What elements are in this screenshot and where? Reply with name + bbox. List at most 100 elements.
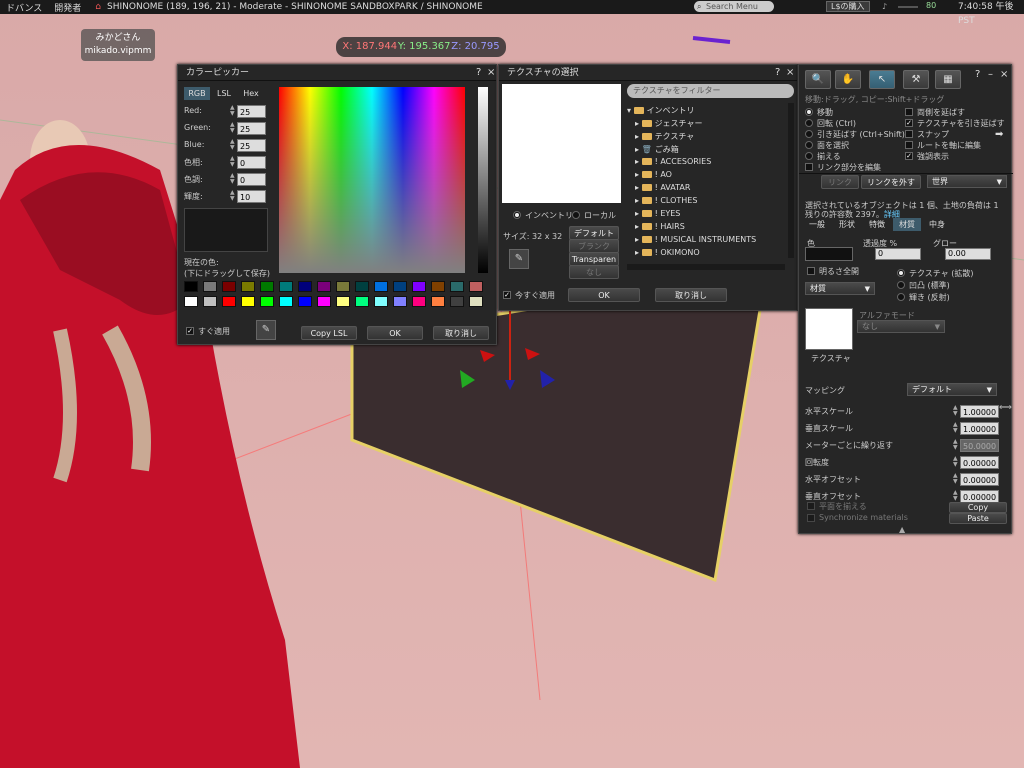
- color-swatch[interactable]: [412, 281, 426, 292]
- color-swatch[interactable]: [450, 296, 464, 307]
- close-icon[interactable]: ×: [487, 67, 495, 78]
- color-swatch[interactable]: [393, 281, 407, 292]
- fullbright-checkbox[interactable]: [807, 267, 815, 275]
- eyedropper-button[interactable]: ✎: [256, 320, 276, 340]
- sync-materials-checkbox[interactable]: [807, 514, 815, 522]
- help-icon[interactable]: ?: [775, 67, 780, 78]
- color-swatch[interactable]: [184, 281, 198, 292]
- field-spinner[interactable]: ▲ ▼ 25: [230, 105, 266, 118]
- color-swatch[interactable]: [298, 296, 312, 307]
- option-checkbox[interactable]: [905, 141, 913, 149]
- color-swatch[interactable]: [203, 281, 217, 292]
- color-swatch[interactable]: [203, 296, 217, 307]
- location-text[interactable]: SHINONOME (189, 196, 21) - Moderate - SH…: [107, 2, 483, 12]
- build-tab[interactable]: 材質: [893, 218, 921, 231]
- texture-param-value[interactable]: 1.00000: [960, 422, 999, 435]
- texture-param-value[interactable]: 0.00000: [960, 456, 999, 469]
- texture-param-spinner[interactable]: ▲ ▼ 1.00000: [953, 405, 999, 418]
- texture-param-spinner[interactable]: ▲ ▼ 1.00000: [953, 422, 999, 435]
- color-swatch[interactable]: [279, 281, 293, 292]
- edit-tool-icon[interactable]: ↖: [869, 70, 895, 89]
- color-swatch[interactable]: [412, 296, 426, 307]
- link-button[interactable]: リンク: [821, 175, 859, 189]
- field-spinner[interactable]: ▲ ▼ 25: [230, 139, 266, 152]
- texture-filter-input[interactable]: テクスチャをフィルター: [627, 84, 794, 98]
- color-swatch[interactable]: [184, 296, 198, 307]
- color-swatch[interactable]: [317, 281, 331, 292]
- field-value[interactable]: 0: [237, 173, 266, 186]
- material-dropdown[interactable]: 材質 ▼: [805, 282, 875, 295]
- paste-button[interactable]: Paste: [949, 513, 1007, 524]
- close-icon[interactable]: ×: [786, 67, 794, 78]
- field-spinner[interactable]: ▲ ▼ 10: [230, 190, 266, 203]
- color-swatch[interactable]: [469, 296, 483, 307]
- luminance-slider[interactable]: [478, 87, 488, 273]
- color-swatch[interactable]: [431, 296, 445, 307]
- land-tool-icon[interactable]: ▦: [935, 70, 961, 89]
- field-spinner[interactable]: ▲ ▼ 0: [230, 156, 266, 169]
- spinner-arrows-icon[interactable]: ▲ ▼: [230, 190, 237, 203]
- alpha-mode-dropdown[interactable]: なし ▼: [857, 320, 945, 333]
- tree-item[interactable]: ▸ ! AVATAR: [635, 183, 690, 192]
- color-swatch[interactable]: [469, 281, 483, 292]
- help-icon[interactable]: ?: [975, 69, 980, 80]
- collapse-icon[interactable]: ▲: [899, 525, 905, 534]
- color-swatch[interactable]: [298, 281, 312, 292]
- color-swatch[interactable]: [374, 281, 388, 292]
- color-swatch[interactable]: [393, 296, 407, 307]
- blank-button[interactable]: ブランク: [569, 239, 619, 253]
- texture-type-radio[interactable]: [897, 281, 905, 289]
- apply-now-checkbox[interactable]: ✓: [186, 327, 194, 335]
- spinner-arrows-icon[interactable]: ▲ ▼: [230, 139, 237, 152]
- texture-type-radio[interactable]: [897, 269, 905, 277]
- help-icon[interactable]: ?: [476, 67, 481, 78]
- spinner-arrows-icon[interactable]: ▲ ▼: [230, 156, 237, 169]
- color-swatch[interactable]: [374, 296, 388, 307]
- tree-item[interactable]: ▸ テクスチャ: [635, 131, 694, 142]
- move-tool-icon[interactable]: ✋: [835, 70, 861, 89]
- color-swatch[interactable]: [336, 281, 350, 292]
- color-swatch[interactable]: [241, 296, 255, 307]
- spinner-arrows-icon[interactable]: ▲ ▼: [953, 422, 960, 435]
- default-button[interactable]: デフォルト: [569, 226, 619, 240]
- build-tab[interactable]: 特徴: [863, 218, 891, 231]
- color-swatch[interactable]: [241, 281, 255, 292]
- buy-linden-button[interactable]: L$の購入: [826, 1, 870, 12]
- color-swatch[interactable]: [805, 247, 853, 261]
- edit-mode-radio[interactable]: [805, 130, 813, 138]
- texture-param-spinner[interactable]: ▲ ▼ 0.00000: [953, 473, 999, 486]
- texture-param-value[interactable]: 1.00000: [960, 405, 999, 418]
- color-swatch[interactable]: [336, 296, 350, 307]
- spinner-arrows-icon[interactable]: ▲ ▼: [953, 439, 960, 452]
- texture-type-radio[interactable]: [897, 293, 905, 301]
- field-value[interactable]: 10: [237, 190, 266, 203]
- spinner-arrows-icon[interactable]: ▲ ▼: [953, 405, 960, 418]
- tree-item[interactable]: ▸ ! AO: [635, 170, 672, 179]
- search-menu-input[interactable]: ⌕ Search Menu: [694, 1, 774, 12]
- ruler-mode-dropdown[interactable]: 世界 ▼: [927, 175, 1007, 188]
- color-swatch[interactable]: [279, 296, 293, 307]
- option-checkbox[interactable]: ✓: [905, 119, 913, 127]
- unlink-button[interactable]: リンクを外す: [861, 175, 921, 189]
- edit-mode-radio[interactable]: [805, 141, 813, 149]
- lock-ratio-icon[interactable]: ⟺: [999, 403, 1012, 413]
- tree-item[interactable]: ▸ 🗑 ごみ箱: [635, 144, 679, 155]
- option-checkbox[interactable]: [905, 108, 913, 116]
- tree-item[interactable]: ▸ ! OKIMONO: [635, 248, 700, 257]
- tree-item[interactable]: ▸ ! EYES: [635, 209, 680, 218]
- create-tool-icon[interactable]: ⚒: [903, 70, 929, 89]
- transparent-button[interactable]: Transparen: [569, 252, 619, 266]
- edit-mode-radio[interactable]: [805, 108, 813, 116]
- spinner-arrows-icon[interactable]: ▲ ▼: [953, 473, 960, 486]
- minimize-icon[interactable]: –: [988, 69, 993, 80]
- ok-button[interactable]: OK: [568, 288, 640, 302]
- align-plane-checkbox[interactable]: [807, 502, 815, 510]
- tab-lsl[interactable]: LSL: [212, 87, 236, 100]
- ok-button[interactable]: OK: [367, 326, 423, 340]
- spinner-arrows-icon[interactable]: ▲ ▼: [230, 105, 237, 118]
- spinner-arrows-icon[interactable]: ▲ ▼: [953, 456, 960, 469]
- color-swatch[interactable]: [260, 296, 274, 307]
- color-swatch[interactable]: [355, 296, 369, 307]
- copy-button[interactable]: Copy: [949, 502, 1007, 513]
- cancel-button[interactable]: 取り消し: [655, 288, 727, 302]
